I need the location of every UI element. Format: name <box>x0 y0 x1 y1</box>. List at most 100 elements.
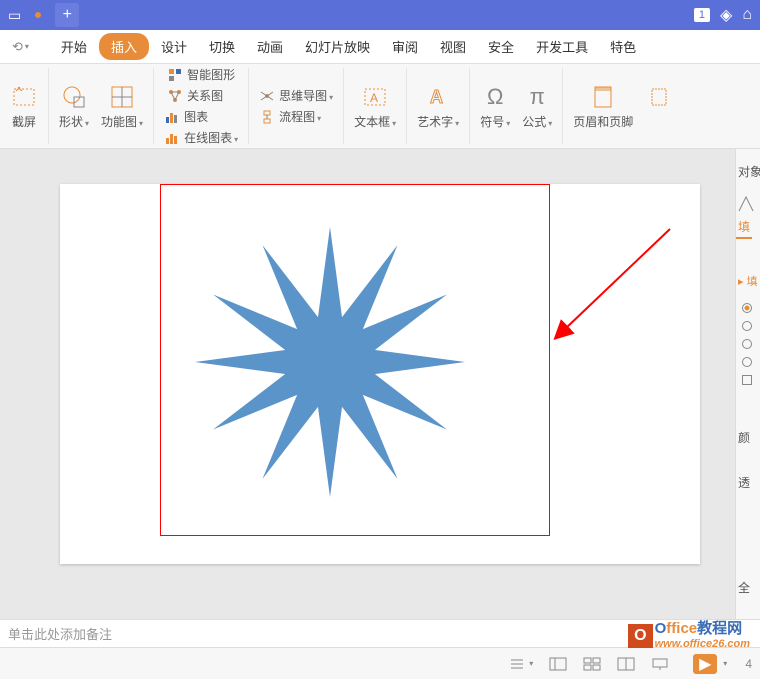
ribbon-group-flowcharts: 思维导图▾ 流程图▾ <box>249 68 344 144</box>
formula-label: 公式▾ <box>522 113 552 130</box>
shapes-button[interactable]: 形状▾ <box>55 81 93 132</box>
formula-button[interactable]: π 公式▾ <box>518 81 556 132</box>
side-all-label[interactable]: 全 <box>736 575 760 600</box>
undo-button[interactable]: ⟲ ▾ <box>4 37 37 57</box>
online-chart-icon <box>164 130 180 146</box>
menu-security[interactable]: 安全 <box>478 33 524 60</box>
radio-icon[interactable] <box>742 357 752 367</box>
page-number: 4 <box>745 657 752 671</box>
presenter-view-button[interactable] <box>645 653 675 675</box>
annotation-arrow-icon <box>550 219 680 349</box>
sorter-view-button[interactable] <box>577 653 607 675</box>
menu-transition[interactable]: 切换 <box>199 33 245 60</box>
menu-insert[interactable]: 插入 <box>99 33 149 60</box>
smartart-icon <box>167 67 183 83</box>
chevron-down-icon: ▾ <box>25 42 29 51</box>
pi-icon: π <box>523 83 551 111</box>
titlebar-right-icons: 1 ◈ ⌂ <box>694 5 752 25</box>
play-button[interactable]: ▶ <box>693 654 717 674</box>
screenshot-button[interactable]: 截屏 <box>6 81 42 132</box>
omega-icon: Ω <box>481 83 509 111</box>
header-footer-label: 页眉和页脚 <box>573 113 633 130</box>
svg-text:A: A <box>430 87 443 107</box>
side-object-label[interactable]: 对象 <box>736 159 760 184</box>
ribbon-group-shapes: 形状▾ 功能图▾ <box>49 68 154 144</box>
more-button[interactable] <box>641 81 677 132</box>
undo-icon: ⟲ <box>12 39 23 55</box>
skin-icon[interactable]: ◈ <box>720 5 732 25</box>
titlebar-left-icons: ▭ <box>8 7 47 24</box>
menu-animation[interactable]: 动画 <box>247 33 293 60</box>
mindmap-icon <box>259 88 275 104</box>
ribbon: 截屏 形状▾ 功能图▾ 智能图形 <box>0 64 760 149</box>
flowchart-icon <box>259 109 275 125</box>
textbox-icon: A <box>361 83 389 111</box>
online-chart-label: 在线图表▾ <box>184 129 238 146</box>
menubar: ⟲ ▾ 开始 插入 设计 切换 动画 幻灯片放映 审阅 视图 安全 开发工具 特… <box>0 30 760 64</box>
more-icon <box>645 83 673 111</box>
function-graph-button[interactable]: 功能图▾ <box>97 81 147 132</box>
header-footer-button[interactable]: 页眉和页脚 <box>569 81 637 132</box>
wordart-icon: A <box>424 83 452 111</box>
radio-icon[interactable] <box>742 321 752 331</box>
textbox-button[interactable]: A 文本框▾ <box>350 81 400 132</box>
flowchart-label: 流程图▾ <box>279 108 321 125</box>
mindmap-button[interactable]: 思维导图▾ <box>259 87 333 104</box>
online-chart-button[interactable]: 在线图表▾ <box>164 129 238 146</box>
ribbon-group-textbox: A 文本框▾ <box>344 68 407 144</box>
chart-label: 图表 <box>184 108 208 125</box>
relation-button[interactable]: 关系图 <box>167 87 235 104</box>
menu-design[interactable]: 设计 <box>151 33 197 60</box>
menu-view[interactable]: 视图 <box>430 33 476 60</box>
menu-review[interactable]: 审阅 <box>382 33 428 60</box>
reading-view-button[interactable] <box>611 653 641 675</box>
ribbon-group-wordart: A 艺术字▾ <box>407 68 470 144</box>
symbol-label: 符号▾ <box>480 113 510 130</box>
shapes-icon <box>60 83 88 111</box>
watermark-logo-icon: O <box>628 624 652 648</box>
shapes-label: 形状▾ <box>59 113 89 130</box>
home-icon[interactable]: ⌂ <box>742 6 752 24</box>
new-tab-button[interactable]: + <box>55 3 79 27</box>
side-panel: 对象 填 ▸ 填 颜 透 全 <box>735 149 760 619</box>
statusbar: ▾ ▶ ▾ 4 <box>0 647 760 679</box>
ribbon-group-symbols: Ω 符号▾ π 公式▾ <box>470 68 563 144</box>
side-section-label[interactable]: ▸ 填 <box>736 269 760 293</box>
smartart-label: 智能图形 <box>187 66 235 83</box>
shape-tool-icon[interactable] <box>736 194 756 214</box>
menu-start[interactable]: 开始 <box>51 33 97 60</box>
symbol-button[interactable]: Ω 符号▾ <box>476 81 514 132</box>
chart-button[interactable]: 图表 <box>164 108 238 125</box>
smartart-button[interactable]: 智能图形 <box>167 66 235 83</box>
watermark-url: www.office26.com <box>655 638 750 650</box>
ribbon-group-screenshot: 截屏 <box>0 68 49 144</box>
outline-view-button[interactable]: ▾ <box>503 653 539 675</box>
ribbon-group-diagrams: 智能图形 关系图 图表 在线图表▾ <box>154 68 249 144</box>
menu-devtools[interactable]: 开发工具 <box>526 33 598 60</box>
menu-features[interactable]: 特色 <box>600 33 646 60</box>
radio-icon[interactable] <box>742 339 752 349</box>
scissors-icon <box>10 83 38 111</box>
relation-label: 关系图 <box>187 87 223 104</box>
normal-view-button[interactable] <box>543 653 573 675</box>
wordart-button[interactable]: A 艺术字▾ <box>413 81 463 132</box>
radio-icon[interactable] <box>742 303 752 313</box>
workspace: ▴ ▾ ⦿ ▾ 对象 填 ▸ 填 颜 透 全 <box>0 149 760 619</box>
function-graph-label: 功能图▾ <box>101 113 143 130</box>
notification-badge[interactable]: 1 <box>694 8 710 22</box>
chevron-down-icon[interactable]: ▾ <box>723 659 727 668</box>
mindmap-label: 思维导图▾ <box>279 87 333 104</box>
side-fill-tab[interactable]: 填 <box>736 214 752 239</box>
canvas-area[interactable] <box>0 149 760 619</box>
monitor-icon: ▭ <box>8 7 21 24</box>
relation-icon <box>167 88 183 104</box>
watermark: O Office教程网 www.office26.com <box>628 621 750 650</box>
watermark-title: Office教程网 <box>655 621 750 638</box>
side-color-label: 颜 <box>736 425 760 450</box>
menu-slideshow[interactable]: 幻灯片放映 <box>295 33 380 60</box>
flowchart-button[interactable]: 流程图▾ <box>259 108 333 125</box>
side-transparency-label: 透 <box>736 470 760 495</box>
svg-text:A: A <box>370 91 378 105</box>
checkbox-icon[interactable] <box>742 375 752 385</box>
function-graph-icon <box>108 83 136 111</box>
